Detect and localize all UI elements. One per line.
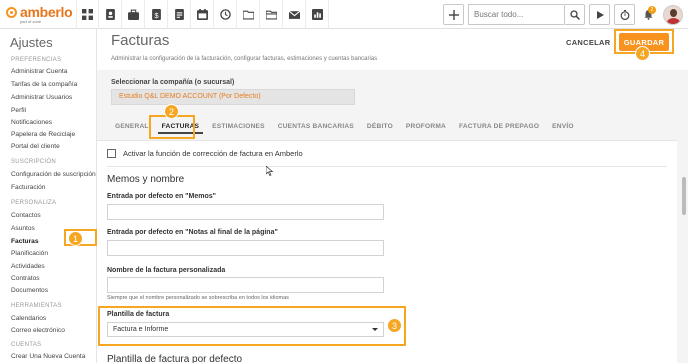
search-bar bbox=[468, 4, 585, 25]
module-nav: $ bbox=[76, 0, 329, 29]
top-right-tools: 2 bbox=[443, 0, 688, 29]
sidebar-item-usuarios[interactable]: Administrar Usuarios bbox=[11, 94, 72, 101]
history-icon[interactable] bbox=[214, 0, 237, 29]
notes-label: Entrada por defecto en "Notas al final d… bbox=[107, 229, 278, 236]
memos-heading: Memos y nombre bbox=[107, 174, 185, 185]
play-icon bbox=[596, 10, 604, 19]
sidebar-item-facturas[interactable]: Facturas bbox=[11, 238, 39, 245]
notification-count-badge: 2 bbox=[648, 6, 656, 14]
sidebar-title: Ajustes bbox=[10, 35, 53, 50]
add-new-button[interactable] bbox=[443, 4, 464, 25]
search-button[interactable] bbox=[564, 4, 585, 25]
logo-mark-icon bbox=[6, 6, 17, 18]
sidebar-item-documentos[interactable]: Documentos bbox=[11, 287, 48, 294]
default-template-heading: Plantilla de factura por defecto bbox=[107, 354, 243, 363]
memos-label: Entrada por defecto en "Memos" bbox=[107, 193, 216, 200]
stopwatch-icon bbox=[620, 9, 629, 20]
correction-checkbox[interactable] bbox=[107, 149, 116, 158]
search-icon bbox=[569, 9, 580, 20]
tab-facturas[interactable]: FACTURAS bbox=[157, 120, 204, 134]
company-select-label: Seleccionar la compañía (o sucursal) bbox=[111, 79, 235, 86]
notifications-button[interactable]: 2 bbox=[639, 4, 657, 25]
main-panel: Facturas Administrar la configuración de… bbox=[97, 29, 688, 363]
sidebar-item-crear-cuenta[interactable]: Crear Una Nueva Cuenta bbox=[11, 353, 85, 360]
search-input[interactable] bbox=[468, 4, 564, 25]
briefcase-icon[interactable] bbox=[122, 0, 145, 29]
sidebar-section-label: PREFERENCIAS bbox=[11, 57, 62, 63]
sidebar-item-portal[interactable]: Portal del cliente bbox=[11, 143, 60, 150]
tab-envio[interactable]: ENVÍO bbox=[548, 120, 578, 134]
sidebar-section-label: PERSONALIZA bbox=[11, 200, 57, 206]
cancel-button[interactable]: CANCELAR bbox=[566, 38, 610, 47]
stopwatch-button[interactable] bbox=[614, 4, 635, 25]
sidebar-item-facturacion[interactable]: Facturación bbox=[11, 184, 45, 191]
template-select[interactable]: Factura e Informe bbox=[107, 322, 384, 337]
custom-name-input[interactable] bbox=[107, 277, 384, 293]
memos-input[interactable] bbox=[107, 204, 384, 220]
mouse-cursor-icon bbox=[266, 166, 274, 176]
tab-debito[interactable]: DÉBITO bbox=[363, 120, 397, 134]
custom-name-label: Nombre de la factura personalizada bbox=[107, 267, 226, 274]
callout-badge-3: 3 bbox=[387, 318, 402, 333]
sidebar-section-label: SUSCRIPCIÓN bbox=[11, 159, 56, 165]
sidebar-item-contactos[interactable]: Contactos bbox=[11, 212, 41, 219]
invoice-icon[interactable]: $ bbox=[145, 0, 168, 29]
sidebar-section-label: CUENTAS bbox=[11, 342, 42, 348]
sidebar-item-perfil[interactable]: Perfil bbox=[11, 107, 26, 114]
page-subtitle: Administrar la configuración de la factu… bbox=[111, 56, 378, 62]
tab-estimaciones[interactable]: ESTIMACIONES bbox=[208, 120, 269, 134]
calendar-icon[interactable] bbox=[191, 0, 214, 29]
settings-sidebar: Ajustes PREFERENCIAS Administrar Cuenta … bbox=[0, 29, 97, 363]
sidebar-section-label: HERRAMIENTAS bbox=[11, 303, 62, 309]
amberlo-logo[interactable]: amberlo part of zone bbox=[0, 4, 76, 24]
svg-text:$: $ bbox=[154, 10, 159, 19]
custom-name-help: Siempre que el nombre personalizado se s… bbox=[107, 295, 289, 301]
callout-badge-2: 2 bbox=[164, 104, 179, 119]
tab-proforma[interactable]: PROFORMA bbox=[402, 120, 450, 134]
correction-checkbox-label: Activar la función de corrección de fact… bbox=[123, 149, 303, 158]
template-select-value: Factura e Informe bbox=[113, 326, 169, 333]
sidebar-item-suscripcion[interactable]: Configuración de suscripción bbox=[11, 171, 96, 178]
document-icon[interactable] bbox=[168, 0, 191, 29]
tab-factura-prepago[interactable]: FACTURA DE PREPAGO bbox=[455, 120, 543, 134]
tab-cuentas-bancarias[interactable]: CUENTAS BANCARIAS bbox=[274, 120, 358, 134]
page-title: Facturas bbox=[111, 32, 170, 49]
play-timer-button[interactable] bbox=[589, 4, 610, 25]
sidebar-item-asuntos[interactable]: Asuntos bbox=[11, 225, 35, 232]
sidebar-item-papelera[interactable]: Papelera de Reciclaje bbox=[11, 131, 75, 138]
sidebar-item-calendarios[interactable]: Calendarios bbox=[11, 315, 46, 322]
content-scrollbar-thumb[interactable] bbox=[682, 177, 686, 215]
avatar[interactable] bbox=[663, 4, 683, 25]
correction-setting: Activar la función de corrección de fact… bbox=[107, 149, 303, 158]
logo-subtext: part of zone bbox=[20, 19, 42, 24]
invoice-settings-card: Activar la función de corrección de fact… bbox=[97, 140, 677, 363]
notes-input[interactable] bbox=[107, 240, 384, 256]
mail-icon[interactable] bbox=[283, 0, 306, 29]
template-label: Plantilla de factura bbox=[107, 311, 170, 318]
tab-general[interactable]: GENERAL bbox=[111, 120, 153, 134]
top-bar: amberlo part of zone $ 2 bbox=[0, 0, 688, 29]
sidebar-item-tarifas[interactable]: Tarifas de la compañía bbox=[11, 81, 77, 88]
folder-alt-icon[interactable] bbox=[260, 0, 283, 29]
settings-tabs: GENERAL FACTURAS ESTIMACIONES CUENTAS BA… bbox=[111, 120, 583, 134]
contact-card-icon[interactable] bbox=[99, 0, 122, 29]
chart-icon[interactable] bbox=[306, 0, 329, 29]
divider bbox=[107, 166, 667, 167]
folder-icon[interactable] bbox=[237, 0, 260, 29]
sidebar-item-administrar-cuenta[interactable]: Administrar Cuenta bbox=[11, 68, 67, 75]
callout-badge-4: 4 bbox=[635, 46, 650, 61]
logo-text: amberlo bbox=[20, 4, 73, 20]
callout-badge-1: 1 bbox=[68, 231, 83, 246]
chevron-down-icon bbox=[372, 328, 378, 331]
grid-icon[interactable] bbox=[76, 0, 99, 29]
sidebar-item-planificacion[interactable]: Planificación bbox=[11, 250, 48, 257]
sidebar-item-actividades[interactable]: Actividades bbox=[11, 263, 45, 270]
sidebar-item-contratos[interactable]: Contratos bbox=[11, 275, 40, 282]
plus-icon bbox=[448, 9, 459, 20]
sidebar-item-notificaciones[interactable]: Notificaciones bbox=[11, 119, 52, 126]
company-select[interactable]: Estudio Q&L DEMO ACCOUNT (Por Defecto) bbox=[111, 89, 355, 105]
sidebar-item-correo[interactable]: Correo electrónico bbox=[11, 327, 65, 334]
